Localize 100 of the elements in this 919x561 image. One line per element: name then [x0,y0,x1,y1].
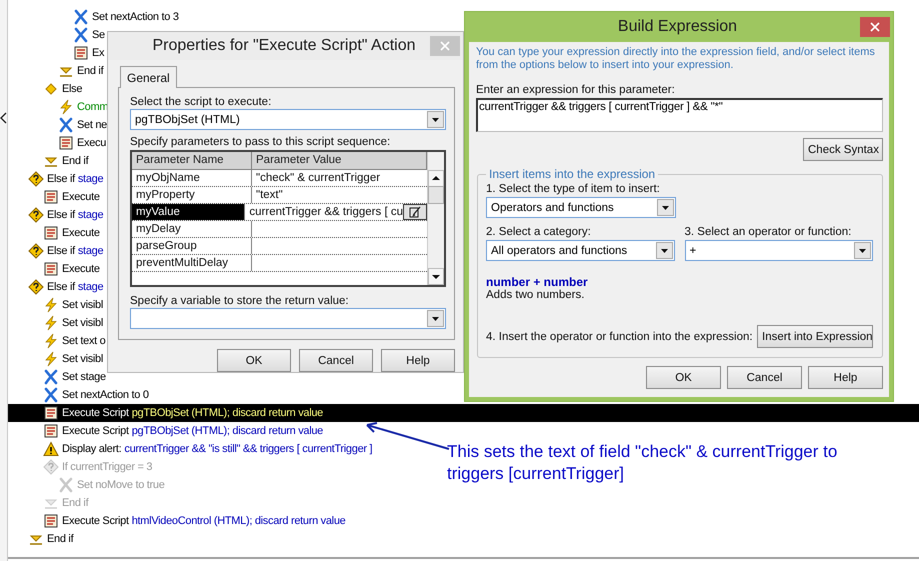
lightning-icon [43,333,59,349]
expression-field[interactable]: currentTrigger && triggers [ currentTrigger ] && "*" [476,98,883,132]
tree-item[interactable]: Display alert: currentTrigger && "is still" && triggers [ currentTrigger ] [8,440,372,458]
tree-item[interactable]: Set visibl [8,296,104,314]
pencil-icon [409,206,421,218]
syntax-text: number + number [486,275,589,289]
close-icon [440,41,450,51]
cross-icon [43,387,59,403]
field-label: 4. Insert the operator or function into the expression: [486,330,753,342]
field-label: 1. Select the type of item to insert: [486,183,661,195]
intro-text: You can type your expression directly into the expression field, and/or select items from the options below to insert into your expression. [476,46,876,72]
lightning-icon [43,315,59,331]
lightning-icon [43,351,59,367]
parameter-name-cell[interactable]: myValue [132,204,246,220]
category-select[interactable]: All operators and functions [486,240,674,261]
tree-item[interactable]: Else if stage [8,206,104,224]
tree-item[interactable]: Execute Script htmlVideoControl (HTML); discard return value [8,512,346,530]
scroll-icon [58,135,74,151]
tree-item[interactable]: Set stage [8,368,106,386]
scroll-icon [73,45,89,61]
tree-item[interactable]: Execute Script pgTBObjSet (HTML); discard return value [8,422,323,440]
parameter-value-cell[interactable]: "text" [252,187,427,203]
parameter-value-cell[interactable]: "check" & currentTrigger [252,170,427,186]
caret-icon[interactable] [657,199,674,216]
cross-icon [43,369,59,385]
field-label: 2. Select a category: [486,226,592,238]
dialog-button[interactable]: Help [808,366,883,389]
tab[interactable]: General [120,66,177,88]
scroll-icon [43,513,59,529]
question-diamond-icon [28,207,44,223]
tree-item[interactable]: Se [8,26,105,44]
tree-item[interactable]: Set visibl [8,314,104,332]
cross-icon [73,27,89,43]
dialog-button[interactable]: Cancel [299,349,373,372]
scroll-icon [43,261,59,277]
tree-item[interactable]: Execute [8,224,100,242]
script-select[interactable]: pgTBObjSet (HTML) [130,109,446,130]
question-diamond-icon [28,279,44,295]
tree-item[interactable]: Else [8,80,82,98]
caret-icon[interactable] [427,310,444,327]
column-header: Parameter Name [132,152,252,169]
dialog-button[interactable]: Cancel [727,366,802,389]
lightning-icon [43,297,59,313]
tree-item[interactable]: End if [8,62,104,80]
close-icon [870,22,880,32]
dialog-button[interactable]: OK [217,349,291,372]
tree-item[interactable]: Set nextAction to 3 [8,8,179,26]
tree-item[interactable]: End if [8,152,88,170]
lightning-icon [58,99,74,115]
field-label: Specify parameters to pass to this script sequence: [130,136,392,148]
scroll-icon [43,189,59,205]
dialog-title: Properties for "Execute Script" Action [151,37,417,55]
group-title: Insert items into the expression [488,167,656,181]
tree-item[interactable]: Set text o [8,332,106,350]
tree-item[interactable]: Else if stage [8,278,104,296]
tree-item[interactable]: Execute [8,188,100,206]
question-diamond-icon [28,243,44,259]
tree-item[interactable]: Execute [8,260,100,278]
tree-item[interactable]: Else if stage [8,170,104,188]
tree-item[interactable]: Ex [8,44,104,62]
annotation-text: This sets the text of field "check" & currentTrigger to triggers [currentTrigger] [447,441,838,485]
tree-item[interactable]: Set ne [8,116,108,134]
operator-select[interactable]: + [684,240,873,261]
close-button[interactable] [860,17,890,37]
field-label: Enter an expression for this parameter: [476,84,676,96]
dialog-title: Build Expression [616,18,738,36]
cross-icon [58,117,74,133]
tree-item[interactable]: End if [8,530,74,548]
caret-icon[interactable] [427,111,444,128]
tree-item[interactable]: Execu [8,134,106,152]
tree-item[interactable]: Set nextAction to 0 [8,386,149,404]
tree-item[interactable]: Else if stage [8,242,104,260]
caret-icon[interactable] [656,242,672,259]
insert-button[interactable]: Insert into Expression [757,325,873,348]
question-diamond-icon [43,459,59,475]
field-label: Specify a variable to store the return value: [130,295,350,307]
check-syntax-button[interactable]: Check Syntax [803,138,883,161]
scroll-down-icon[interactable] [428,268,444,285]
scroll-icon [43,423,59,439]
field-label: Select the script to execute: [130,96,272,108]
scroll-icon [43,225,59,241]
cross-icon [73,9,89,25]
field-label: 3. Select an operator or function: [684,226,852,238]
scroll-up-icon[interactable] [428,170,444,187]
tree-item[interactable]: Set visibl [8,350,104,368]
scroll-icon [43,405,59,421]
edit-button[interactable] [403,204,427,220]
caret-icon[interactable] [854,242,871,259]
tree-item[interactable]: Execute Script pgTBObjSet (HTML); discard return value [8,404,919,422]
description-text: Adds two numbers. [486,289,586,301]
dialog-button[interactable]: Help [381,349,455,372]
cross-icon [58,477,74,493]
warning-icon [43,441,59,457]
scroll-thumb[interactable] [428,186,444,204]
chevron-left-icon[interactable] [0,112,7,124]
type-select[interactable]: Operators and functions [486,197,676,218]
dialog-button[interactable]: OK [646,366,721,389]
question-diamond-icon [28,171,44,187]
parameter-value-cell[interactable]: currentTrigger && triggers [ cu [245,204,427,220]
diamond-icon [43,81,59,97]
